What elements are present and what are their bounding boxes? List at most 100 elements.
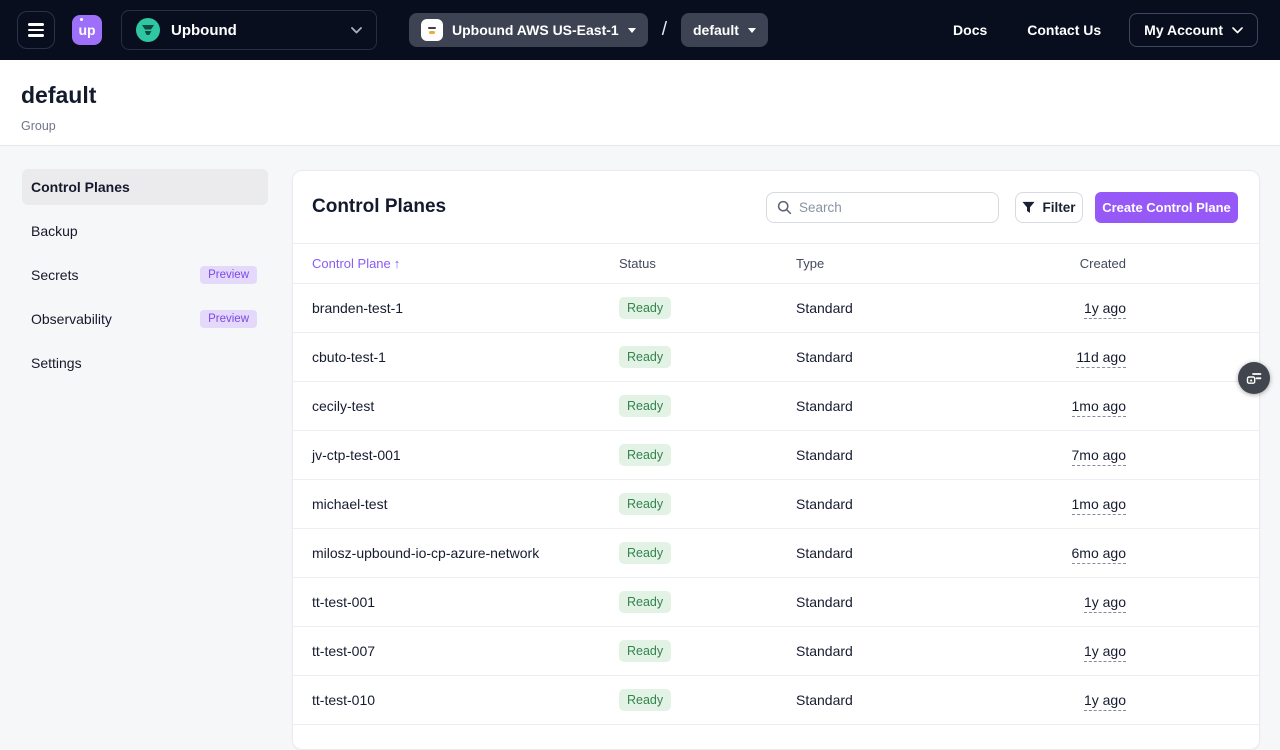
- created-date[interactable]: 7mo ago: [1072, 447, 1126, 466]
- card-header: Control Planes Filter Create Control Pla…: [293, 171, 1259, 243]
- org-switcher-dropdown[interactable]: Upbound: [121, 10, 377, 50]
- created-cell: 1y ago: [928, 627, 1126, 676]
- hamburger-menu-button[interactable]: [17, 11, 55, 49]
- sidebar-item-label: Settings: [31, 355, 82, 371]
- column-header-status[interactable]: Status: [619, 244, 796, 284]
- status-cell: Ready: [619, 529, 796, 578]
- status-cell: Ready: [619, 480, 796, 529]
- search-icon: [777, 200, 792, 215]
- sidebar-item-label: Backup: [31, 223, 78, 239]
- my-account-button[interactable]: My Account: [1129, 13, 1258, 47]
- control-planes-card: Control Planes Filter Create Control Pla…: [292, 170, 1260, 750]
- caret-down-icon: [748, 28, 756, 33]
- page-subtitle: Group: [21, 119, 56, 133]
- chevron-down-icon: [1232, 27, 1243, 34]
- feedback-widget-icon: [1245, 369, 1263, 387]
- search-input[interactable]: [799, 200, 988, 215]
- status-cell: Ready: [619, 382, 796, 431]
- search-box: [766, 192, 999, 223]
- top-nav: up Upbound Upbound AWS US-East-1 / defau…: [0, 0, 1280, 60]
- created-date[interactable]: 1mo ago: [1072, 496, 1126, 515]
- control-plane-name-cell: jv-ctp-test-001: [293, 431, 619, 480]
- created-cell: 1y ago: [928, 284, 1126, 333]
- table-body: branden-test-1ReadyStandard1y agocbuto-t…: [293, 284, 1259, 725]
- control-plane-name-cell: michael-test: [293, 480, 619, 529]
- type-cell: Standard: [796, 676, 928, 725]
- filter-funnel-icon: [1022, 201, 1035, 214]
- created-cell: 1y ago: [928, 578, 1126, 627]
- control-plane-name-cell: branden-test-1: [293, 284, 619, 333]
- control-planes-table: Control Plane↑ Status Type Created brand…: [293, 243, 1259, 725]
- filter-button[interactable]: Filter: [1015, 192, 1083, 223]
- group-switcher[interactable]: default: [681, 13, 768, 47]
- preview-badge: Preview: [200, 266, 257, 284]
- type-cell: Standard: [796, 480, 928, 529]
- status-badge: Ready: [619, 591, 671, 613]
- status-badge: Ready: [619, 297, 671, 319]
- control-plane-switcher[interactable]: Upbound AWS US-East-1: [409, 13, 648, 47]
- created-date[interactable]: 6mo ago: [1072, 545, 1126, 564]
- sidebar: Control Planes Backup SecretsPreview Observ…: [22, 169, 268, 389]
- status-cell: Ready: [619, 578, 796, 627]
- status-badge: Ready: [619, 395, 671, 417]
- created-date[interactable]: 1y ago: [1084, 300, 1126, 319]
- created-date[interactable]: 1y ago: [1084, 643, 1126, 662]
- column-header-created[interactable]: Created: [928, 244, 1126, 284]
- status-cell: Ready: [619, 431, 796, 480]
- status-badge: Ready: [619, 346, 671, 368]
- created-date[interactable]: 11d ago: [1076, 349, 1126, 368]
- docs-link[interactable]: Docs: [953, 22, 987, 38]
- filter-button-label: Filter: [1042, 200, 1075, 215]
- sidebar-item-observability[interactable]: ObservabilityPreview: [22, 301, 268, 337]
- created-date[interactable]: 1mo ago: [1072, 398, 1126, 417]
- column-header-type[interactable]: Type: [796, 244, 928, 284]
- created-cell: 1y ago: [928, 676, 1126, 725]
- control-plane-name-cell: cbuto-test-1: [293, 333, 619, 382]
- upbound-logo[interactable]: up: [72, 15, 102, 45]
- type-cell: Standard: [796, 529, 928, 578]
- sidebar-item-secrets[interactable]: SecretsPreview: [22, 257, 268, 293]
- status-badge: Ready: [619, 640, 671, 662]
- table-row[interactable]: milosz-upbound-io-cp-azure-networkReadyS…: [293, 529, 1259, 578]
- status-cell: Ready: [619, 627, 796, 676]
- table-row[interactable]: tt-test-007Ready Standard 1y ago: [293, 627, 1259, 676]
- status-badge: Ready: [619, 542, 671, 564]
- org-switcher-label: Upbound: [171, 22, 237, 39]
- sidebar-item-backup[interactable]: Backup: [22, 213, 268, 249]
- contact-us-link[interactable]: Contact Us: [1027, 22, 1101, 38]
- hamburger-icon: [28, 23, 44, 26]
- control-plane-name-cell: tt-test-010: [293, 676, 619, 725]
- sidebar-item-label: Observability: [31, 311, 112, 327]
- feedback-widget-button[interactable]: [1238, 362, 1270, 394]
- table-row[interactable]: cbuto-test-1Ready Standard 11d ago: [293, 333, 1259, 382]
- created-cell: 6mo ago: [928, 529, 1126, 578]
- column-header-control-plane[interactable]: Control Plane↑: [293, 244, 619, 284]
- status-badge: Ready: [619, 444, 671, 466]
- create-control-plane-button[interactable]: Create Control Plane: [1095, 192, 1238, 223]
- table-row[interactable]: tt-test-010ReadyStandard 1y ago: [293, 676, 1259, 725]
- table-header-row: Control Plane↑ Status Type Created: [293, 244, 1259, 284]
- type-cell: Standard: [796, 333, 928, 382]
- created-date[interactable]: 1y ago: [1084, 594, 1126, 613]
- org-avatar-icon: [136, 18, 160, 42]
- type-cell: Standard: [796, 382, 928, 431]
- sidebar-item-label: Control Planes: [31, 179, 130, 195]
- table-row[interactable]: cecily-testReadyStandard1mo ago: [293, 382, 1259, 431]
- sort-ascending-icon: ↑: [394, 256, 401, 271]
- sidebar-item-control-planes[interactable]: Control Planes: [22, 169, 268, 205]
- table-row[interactable]: jv-ctp-test-001ReadyStandard7mo ago: [293, 431, 1259, 480]
- sidebar-item-settings[interactable]: Settings: [22, 345, 268, 381]
- table-row[interactable]: branden-test-1ReadyStandard1y ago: [293, 284, 1259, 333]
- table-row[interactable]: tt-test-001ReadyStandard1y ago: [293, 578, 1259, 627]
- page-title: default: [21, 82, 96, 109]
- status-cell: Ready: [619, 333, 796, 382]
- created-cell: 1mo ago: [928, 382, 1126, 431]
- table-row[interactable]: michael-testReady Standard 1mo ago: [293, 480, 1259, 529]
- status-badge: Ready: [619, 493, 671, 515]
- created-date[interactable]: 1y ago: [1084, 692, 1126, 711]
- type-cell: Standard: [796, 578, 928, 627]
- type-cell: Standard: [796, 627, 928, 676]
- status-cell: Ready: [619, 676, 796, 725]
- control-plane-name-cell: tt-test-007: [293, 627, 619, 676]
- control-plane-switcher-label: Upbound AWS US-East-1: [452, 22, 619, 38]
